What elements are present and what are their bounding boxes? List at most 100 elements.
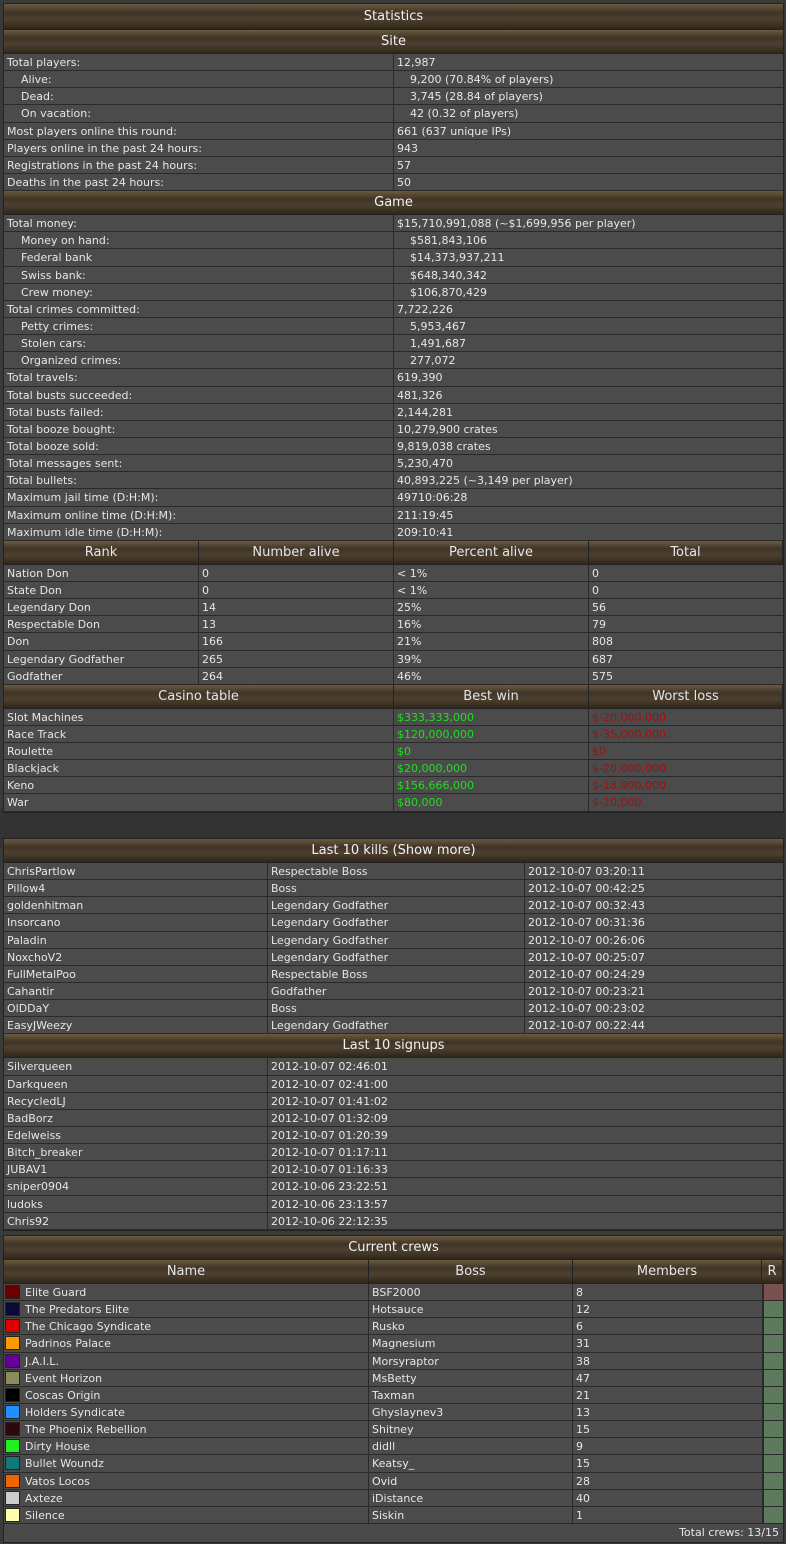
crew-name[interactable]: Coscas Origin	[22, 1386, 369, 1403]
victim-name[interactable]: EasyJWeezy	[4, 1017, 268, 1034]
last-signups-title: Last 10 signups	[4, 1034, 783, 1059]
crew-recruit-indicator	[763, 1369, 783, 1386]
casino-game: Race Track	[4, 725, 394, 743]
crew-color-swatch	[5, 1285, 20, 1299]
signup-name[interactable]: sniper0904	[4, 1178, 268, 1195]
signup-name[interactable]: Silverqueen	[4, 1058, 268, 1075]
crew-members: 47	[573, 1369, 763, 1386]
kills-table: ChrisPartlow Respectable Boss 2012-10-07 0…	[4, 863, 783, 1035]
signup-name[interactable]: JUBAV1	[4, 1161, 268, 1178]
game-value: 619,390	[397, 371, 443, 385]
crew-name[interactable]: Elite Guard	[22, 1284, 369, 1301]
rank-cell: 687	[592, 652, 613, 666]
victim-name[interactable]: ChrisPartlow	[4, 863, 268, 880]
worst-loss: $-20,000,000	[592, 762, 666, 776]
signup-name[interactable]: Edelweiss	[4, 1126, 268, 1144]
crew-row: Event Horizon MsBetty 47	[4, 1369, 783, 1387]
casino-row: Race Track $120,000,000 $-35,000,000	[4, 725, 783, 744]
signup-time: 2012-10-07 02:41:00	[271, 1077, 388, 1091]
worst-loss: $-35,000,000	[592, 727, 666, 741]
statistics-title: Statistics	[4, 4, 783, 30]
site-table: Total players: 12,987 Alive: 9,200 (70.84% …	[4, 54, 783, 192]
signup-name[interactable]: ludoks	[4, 1195, 268, 1212]
site-row: Total players: 12,987	[4, 54, 783, 72]
rank-cell: 79	[592, 618, 606, 632]
crew-name[interactable]: J.A.I.L.	[22, 1352, 369, 1369]
crew-boss[interactable]: Magnesium	[369, 1335, 573, 1352]
rank-cell: < 1%	[394, 564, 589, 581]
crew-boss[interactable]: Hotsauce	[369, 1301, 573, 1318]
crew-name[interactable]: Vatos Locos	[22, 1472, 369, 1489]
game-value: 481,326	[397, 388, 443, 402]
crew-boss[interactable]: Ovid	[369, 1472, 573, 1489]
signup-time: 2012-10-07 01:20:39	[271, 1128, 388, 1142]
crew-boss[interactable]: Keatsy_	[369, 1455, 573, 1472]
victim-name[interactable]: Paladin	[4, 931, 268, 948]
game-row: Total booze bought: 10,279,900 crates	[4, 420, 783, 438]
victim-name[interactable]: Cahantir	[4, 982, 268, 1000]
site-row: Deaths in the past 24 hours: 50	[4, 173, 783, 192]
victim-name[interactable]: FullMetalPoo	[4, 965, 268, 982]
crew-name[interactable]: Bullet Woundz	[22, 1455, 369, 1472]
game-value: 5,953,467	[410, 319, 466, 333]
crew-boss[interactable]: Rusko	[369, 1318, 573, 1335]
signup-time: 2012-10-07 01:41:02	[271, 1094, 388, 1108]
signup-name[interactable]: Chris92	[4, 1212, 268, 1229]
rank-col-header: Number alive	[199, 540, 394, 564]
crew-row: Silence Siskin 1	[4, 1506, 783, 1524]
casino-game: Keno	[4, 777, 394, 794]
victim-rank: Boss	[268, 880, 525, 897]
crew-name[interactable]: Dirty House	[22, 1438, 369, 1455]
game-row: Organized crimes: 277,072	[4, 352, 783, 370]
kill-time: 2012-10-07 00:22:44	[528, 1019, 645, 1033]
crew-boss[interactable]: iDistance	[369, 1489, 573, 1506]
crew-name[interactable]: Axteze	[22, 1489, 369, 1506]
game-label: Maximum online time (D:H:M):	[4, 506, 394, 523]
crew-recruit-indicator	[763, 1301, 783, 1318]
signup-name[interactable]: RecycledLJ	[4, 1092, 268, 1109]
rank-cell: Godfather	[4, 667, 199, 684]
signup-row: Chris92 2012-10-06 22:12:35	[4, 1212, 783, 1230]
crew-row: Padrinos Palace Magnesium 31	[4, 1335, 783, 1353]
crew-boss[interactable]: Ghyslaynev3	[369, 1403, 573, 1421]
crew-name[interactable]: Holders Syndicate	[22, 1403, 369, 1421]
victim-name[interactable]: Pillow4	[4, 880, 268, 897]
crew-boss[interactable]: MsBetty	[369, 1369, 573, 1386]
signup-name[interactable]: Darkqueen	[4, 1075, 268, 1092]
crew-boss[interactable]: Morsyraptor	[369, 1352, 573, 1369]
last-kills-title[interactable]: Last 10 kills (Show more)	[4, 839, 783, 863]
crew-boss[interactable]: Siskin	[369, 1506, 573, 1523]
rank-row: State Don 0 < 1% 0	[4, 581, 783, 600]
victim-name[interactable]: NoxchoV2	[4, 948, 268, 965]
crew-name[interactable]: The Phoenix Rebellion	[22, 1421, 369, 1438]
crew-name[interactable]: Padrinos Palace	[22, 1335, 369, 1352]
kill-row: ChrisPartlow Respectable Boss 2012-10-07 0…	[4, 863, 783, 881]
crew-members: 15	[573, 1421, 763, 1438]
signup-name[interactable]: BadBorz	[4, 1109, 268, 1126]
crew-boss[interactable]: didll	[369, 1438, 573, 1455]
game-table: Total money: $15,710,991,088 (~$1,699,956…	[4, 215, 783, 541]
crew-boss[interactable]: Taxman	[369, 1386, 573, 1403]
crew-name[interactable]: Event Horizon	[22, 1369, 369, 1386]
best-win: $120,000,000	[394, 725, 589, 743]
signup-name[interactable]: Bitch_breaker	[4, 1144, 268, 1161]
kill-time: 2012-10-07 00:32:43	[528, 899, 645, 913]
crew-boss[interactable]: Shitney	[369, 1421, 573, 1438]
site-label: Total players:	[4, 54, 394, 71]
crew-name[interactable]: Silence	[22, 1506, 369, 1523]
victim-name[interactable]: Insorcano	[4, 914, 268, 931]
victim-name[interactable]: OlDDaY	[4, 1000, 268, 1017]
crew-recruit-indicator	[763, 1403, 783, 1421]
rank-cell: 56	[592, 601, 606, 615]
game-label: Total busts succeeded:	[4, 386, 394, 403]
site-value: 50	[397, 175, 411, 189]
statistics-panel: Statistics Site Total players: 12,987 Aliv…	[3, 3, 784, 813]
kill-time: 2012-10-07 03:20:11	[528, 865, 645, 878]
crew-boss[interactable]: BSF2000	[369, 1284, 573, 1301]
crew-name[interactable]: The Predators Elite	[22, 1301, 369, 1318]
game-row: Maximum jail time (D:H:M): 49710:06:28	[4, 489, 783, 507]
crew-name[interactable]: The Chicago Syndicate	[22, 1318, 369, 1335]
victim-rank: Boss	[268, 1000, 525, 1017]
game-row: Total booze sold: 9,819,038 crates	[4, 437, 783, 456]
victim-name[interactable]: goldenhitman	[4, 897, 268, 914]
